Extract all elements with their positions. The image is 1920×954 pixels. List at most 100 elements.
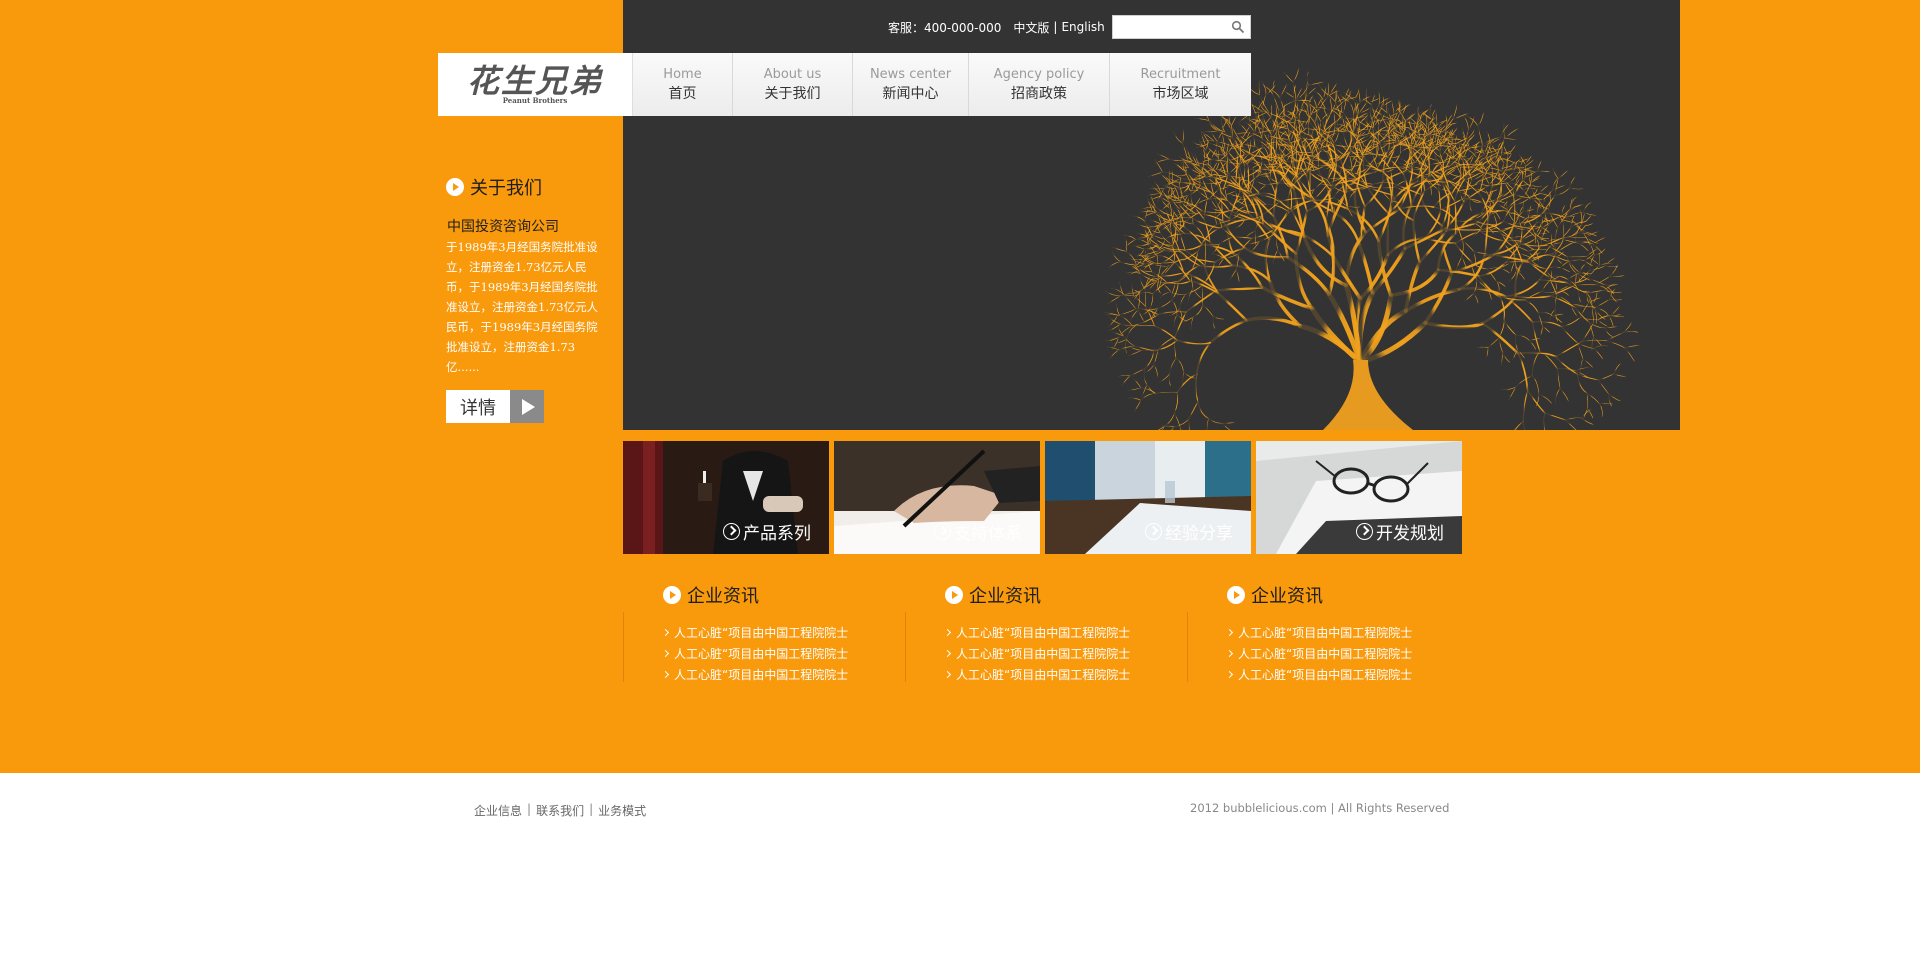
arrow-ring-icon <box>1145 523 1162 540</box>
news-item[interactable]: 人工心脏“项目由中国工程院院士 <box>1225 623 1413 644</box>
search-input[interactable] <box>1117 18 1227 36</box>
tile-support-system[interactable]: 支持体系 <box>834 441 1040 554</box>
column-divider <box>623 612 624 682</box>
chevron-right-icon <box>1225 628 1234 637</box>
news-item[interactable]: 人工心脏“项目由中国工程院院士 <box>943 665 1131 686</box>
top-bar: 客服：400-000-000 中文版 | English <box>888 16 1105 38</box>
nav-item-en-label: Agency policy <box>993 66 1085 82</box>
news-item[interactable]: 人工心脏“项目由中国工程院院士 <box>943 644 1131 665</box>
chevron-right-icon <box>661 628 670 637</box>
details-button-label: 详情 <box>446 390 510 423</box>
arrow-circle-icon <box>663 586 681 604</box>
news-list: 人工心脏“项目由中国工程院院士 人工心脏“项目由中国工程院院士 人工心脏“项目由… <box>661 623 849 686</box>
news-item[interactable]: 人工心脏“项目由中国工程院院士 <box>1225 665 1413 686</box>
nav-item-en-label: About us <box>763 66 822 82</box>
tile-caption: 经验分享 <box>1145 519 1233 544</box>
news-item[interactable]: 人工心脏“项目由中国工程院院士 <box>661 644 849 665</box>
tile-label: 经验分享 <box>1165 524 1233 544</box>
news-heading-text: 企业资讯 <box>969 586 1041 607</box>
chevron-right-icon <box>661 670 670 679</box>
nav-item-about[interactable]: About us 关于我们 <box>733 53 853 116</box>
column-divider <box>905 612 906 682</box>
chevron-right-icon <box>943 628 952 637</box>
news-item-text: 人工心脏“项目由中国工程院院士 <box>1238 647 1413 661</box>
tree-trunk <box>1323 360 1413 430</box>
chevron-right-icon <box>1225 670 1234 679</box>
tile-label: 支持体系 <box>954 524 1022 544</box>
tile-label: 开发规划 <box>1376 524 1444 544</box>
about-company-name: 中国投资咨询公司 <box>447 219 559 235</box>
news-item-text: 人工心脏“项目由中国工程院院士 <box>674 626 849 640</box>
news-list: 人工心脏“项目由中国工程院院士 人工心脏“项目由中国工程院院士 人工心脏“项目由… <box>943 623 1131 686</box>
footer-link-company-info[interactable]: 企业信息 <box>474 802 522 819</box>
column-divider <box>1187 612 1188 682</box>
hotline-text: 客服：400-000-000 <box>888 20 1002 35</box>
tile-product-series[interactable]: 产品系列 <box>623 441 829 554</box>
footer-links: 企业信息 | 联系我们 | 业务模式 <box>474 802 646 819</box>
news-heading: 企业资讯 <box>1227 582 1323 608</box>
news-heading: 企业资讯 <box>945 582 1041 608</box>
footer-background <box>0 773 1920 954</box>
chevron-right-icon <box>661 649 670 658</box>
tile-label: 产品系列 <box>743 524 811 544</box>
chevron-right-icon <box>943 649 952 658</box>
news-item[interactable]: 人工心脏“项目由中国工程院院士 <box>661 665 849 686</box>
nav-item-en-label: Home <box>663 66 702 82</box>
arrow-circle-icon <box>945 586 963 604</box>
nav-item-agency[interactable]: Agency policy 招商政策 <box>969 53 1110 116</box>
lang-chinese-link[interactable]: 中文版 <box>1013 19 1049 36</box>
footer-link-business-model[interactable]: 业务模式 <box>598 802 646 819</box>
nav-item-cn-label: 新闻中心 <box>882 85 939 102</box>
tile-caption: 产品系列 <box>723 519 811 544</box>
tile-experience-sharing[interactable]: 经验分享 <box>1045 441 1251 554</box>
arrow-ring-icon <box>723 523 740 540</box>
news-item-text: 人工心脏“项目由中国工程院院士 <box>956 668 1131 682</box>
nav-item-cn-label: 关于我们 <box>764 85 821 102</box>
nav-item-news[interactable]: News center 新闻中心 <box>853 53 969 116</box>
footer-separator: | <box>589 802 594 816</box>
nav-item-cn-label: 招商政策 <box>1011 85 1067 102</box>
tile-development-plan[interactable]: 开发规划 <box>1256 441 1462 554</box>
news-item-text: 人工心脏“项目由中国工程院院士 <box>1238 668 1413 682</box>
arrow-circle-icon <box>446 178 464 196</box>
about-title-text: 关于我们 <box>470 178 542 199</box>
tile-caption: 开发规划 <box>1356 519 1444 544</box>
news-item[interactable]: 人工心脏“项目由中国工程院院士 <box>943 623 1131 644</box>
news-heading: 企业资讯 <box>663 582 759 608</box>
news-item-text: 人工心脏“项目由中国工程院院士 <box>956 647 1131 661</box>
main-nav: Home 首页 About us 关于我们 News center 新闻中心 A… <box>633 53 1251 116</box>
news-item-text: 人工心脏“项目由中国工程院院士 <box>674 668 849 682</box>
news-item[interactable]: 人工心脏“项目由中国工程院院士 <box>1225 644 1413 665</box>
logo[interactable]: 花生兄弟 Peanut Brothers <box>438 53 633 116</box>
chevron-right-icon <box>943 670 952 679</box>
arrow-ring-icon <box>934 523 951 540</box>
news-list: 人工心脏“项目由中国工程院院士 人工心脏“项目由中国工程院院士 人工心脏“项目由… <box>1225 623 1413 686</box>
footer-separator: | <box>527 802 532 816</box>
nav-item-home[interactable]: Home 首页 <box>633 53 733 116</box>
arrow-ring-icon <box>1356 523 1373 540</box>
news-item[interactable]: 人工心脏“项目由中国工程院院士 <box>661 623 849 644</box>
nav-item-en-label: News center <box>869 66 952 82</box>
news-item-text: 人工心脏“项目由中国工程院院士 <box>674 647 849 661</box>
news-item-text: 人工心脏“项目由中国工程院院士 <box>956 626 1131 640</box>
nav-item-cn-label: 首页 <box>668 85 697 102</box>
about-description: 于1989年3月经国务院批准设立，注册资金1.73亿元人民币，于1989年3月经… <box>446 240 599 374</box>
search-box <box>1112 15 1251 39</box>
news-item-text: 人工心脏“项目由中国工程院院士 <box>1238 626 1413 640</box>
about-section-title: 关于我们 <box>446 174 542 200</box>
copyright-text: 2012 bubblelicious.com | All Rights Rese… <box>1190 801 1450 815</box>
news-heading-text: 企业资讯 <box>687 586 759 607</box>
logo-main-text: 花生兄弟 <box>466 62 603 100</box>
lang-separator: | <box>1053 20 1058 34</box>
search-icon[interactable] <box>1231 20 1245 34</box>
details-button[interactable]: 详情 <box>446 390 544 423</box>
tile-caption: 支持体系 <box>934 519 1022 544</box>
logo-sub-text: Peanut Brothers <box>502 96 568 105</box>
footer-link-contact[interactable]: 联系我们 <box>536 802 584 819</box>
news-heading-text: 企业资讯 <box>1251 586 1323 607</box>
lang-english-link[interactable]: English <box>1061 20 1104 34</box>
nav-item-recruitment[interactable]: Recruitment 市场区域 <box>1110 53 1251 116</box>
play-arrow-icon <box>510 390 544 423</box>
arrow-circle-icon <box>1227 586 1245 604</box>
nav-item-cn-label: 市场区域 <box>1152 85 1209 102</box>
